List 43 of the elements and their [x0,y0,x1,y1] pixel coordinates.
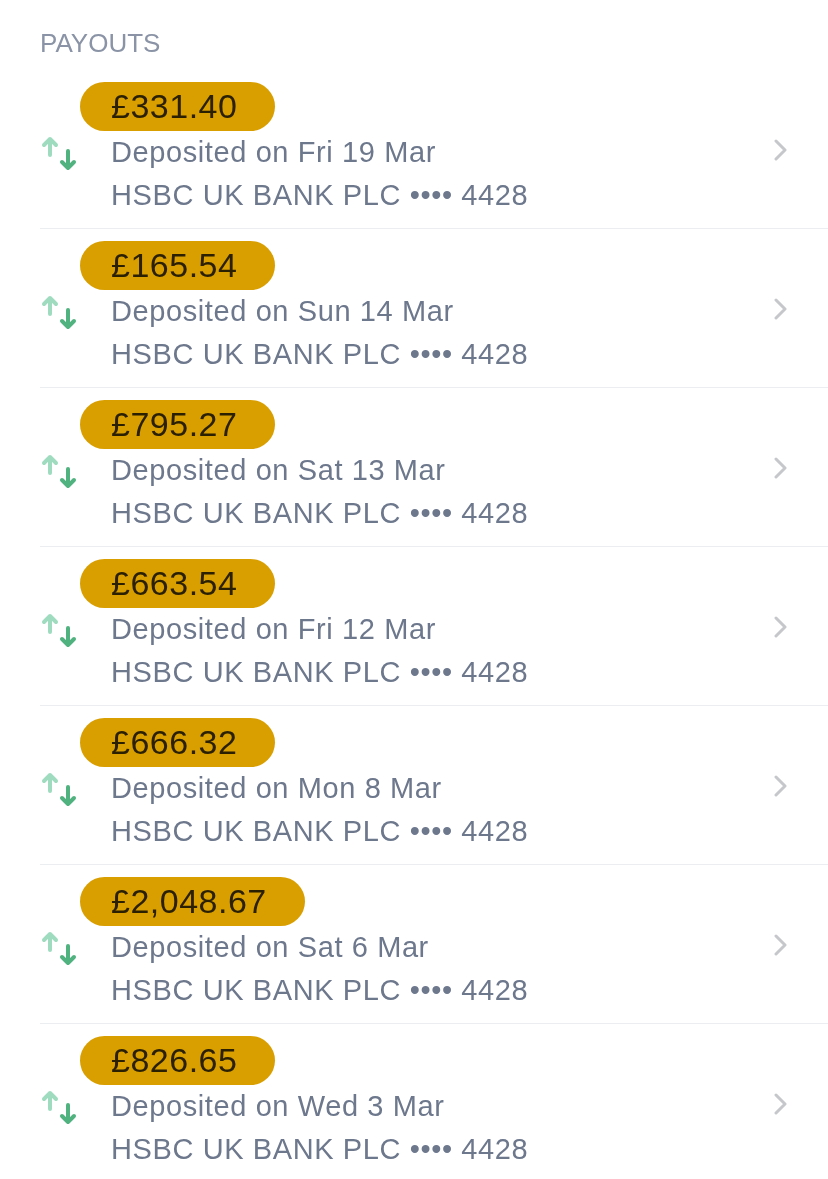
bank-account: HSBC UK BANK PLC •••• 4428 [111,337,529,372]
chevron-right-icon [774,138,787,161]
transfer-arrows-icon [40,453,78,490]
transfer-arrows-icon [40,771,78,808]
payout-row[interactable]: £165.54 Deposited on Sun 14 Mar HSBC UK BANK PLC •••• 4428 [40,229,828,388]
deposit-date: Deposited on Wed 3 Mar [111,1089,445,1124]
payout-amount: £826.65 [80,1036,276,1085]
payout-row[interactable]: £795.27 Deposited on Sat 13 Mar HSBC UK BANK PLC •••• 4428 [40,388,828,547]
payout-amount: £2,048.67 [80,877,305,926]
deposit-date: Deposited on Fri 19 Mar [111,135,436,170]
payout-amount: £663.54 [80,559,276,608]
payout-row[interactable]: £331.40 Deposited on Fri 19 Mar HSBC UK BANK PLC •••• 4428 [40,70,828,229]
bank-account: HSBC UK BANK PLC •••• 4428 [111,973,529,1008]
chevron-right-icon [774,615,787,638]
transfer-arrows-icon [40,1089,78,1126]
payout-row[interactable]: £663.54 Deposited on Fri 12 Mar HSBC UK BANK PLC •••• 4428 [40,547,828,706]
deposit-date: Deposited on Fri 12 Mar [111,612,436,647]
payout-row[interactable]: £2,048.67 Deposited on Sat 6 Mar HSBC UK BANK PLC •••• 4428 [40,865,828,1024]
chevron-right-icon [774,933,787,956]
deposit-date: Deposited on Sat 13 Mar [111,453,446,488]
section-title: PAYOUTS [40,27,161,60]
bank-account: HSBC UK BANK PLC •••• 4428 [111,814,529,849]
transfer-arrows-icon [40,612,78,649]
bank-account: HSBC UK BANK PLC •••• 4428 [111,655,529,690]
bank-account: HSBC UK BANK PLC •••• 4428 [111,1132,529,1167]
payout-amount: £165.54 [80,241,276,290]
deposit-date: Deposited on Sat 6 Mar [111,930,429,965]
transfer-arrows-icon [40,294,78,331]
bank-account: HSBC UK BANK PLC •••• 4428 [111,178,529,213]
deposit-date: Deposited on Mon 8 Mar [111,771,442,806]
transfer-arrows-icon [40,135,78,172]
chevron-right-icon [774,456,787,479]
payout-amount: £666.32 [80,718,276,767]
transfer-arrows-icon [40,930,78,967]
chevron-right-icon [774,297,787,320]
chevron-right-icon [774,1092,787,1115]
payout-amount: £331.40 [80,82,276,131]
chevron-right-icon [774,774,787,797]
payout-amount: £795.27 [80,400,276,449]
payout-row[interactable]: £826.65 Deposited on Wed 3 Mar HSBC UK BANK PLC •••• 4428 [40,1024,828,1178]
deposit-date: Deposited on Sun 14 Mar [111,294,454,329]
payout-row[interactable]: £666.32 Deposited on Mon 8 Mar HSBC UK BANK PLC •••• 4428 [40,706,828,865]
bank-account: HSBC UK BANK PLC •••• 4428 [111,496,529,531]
